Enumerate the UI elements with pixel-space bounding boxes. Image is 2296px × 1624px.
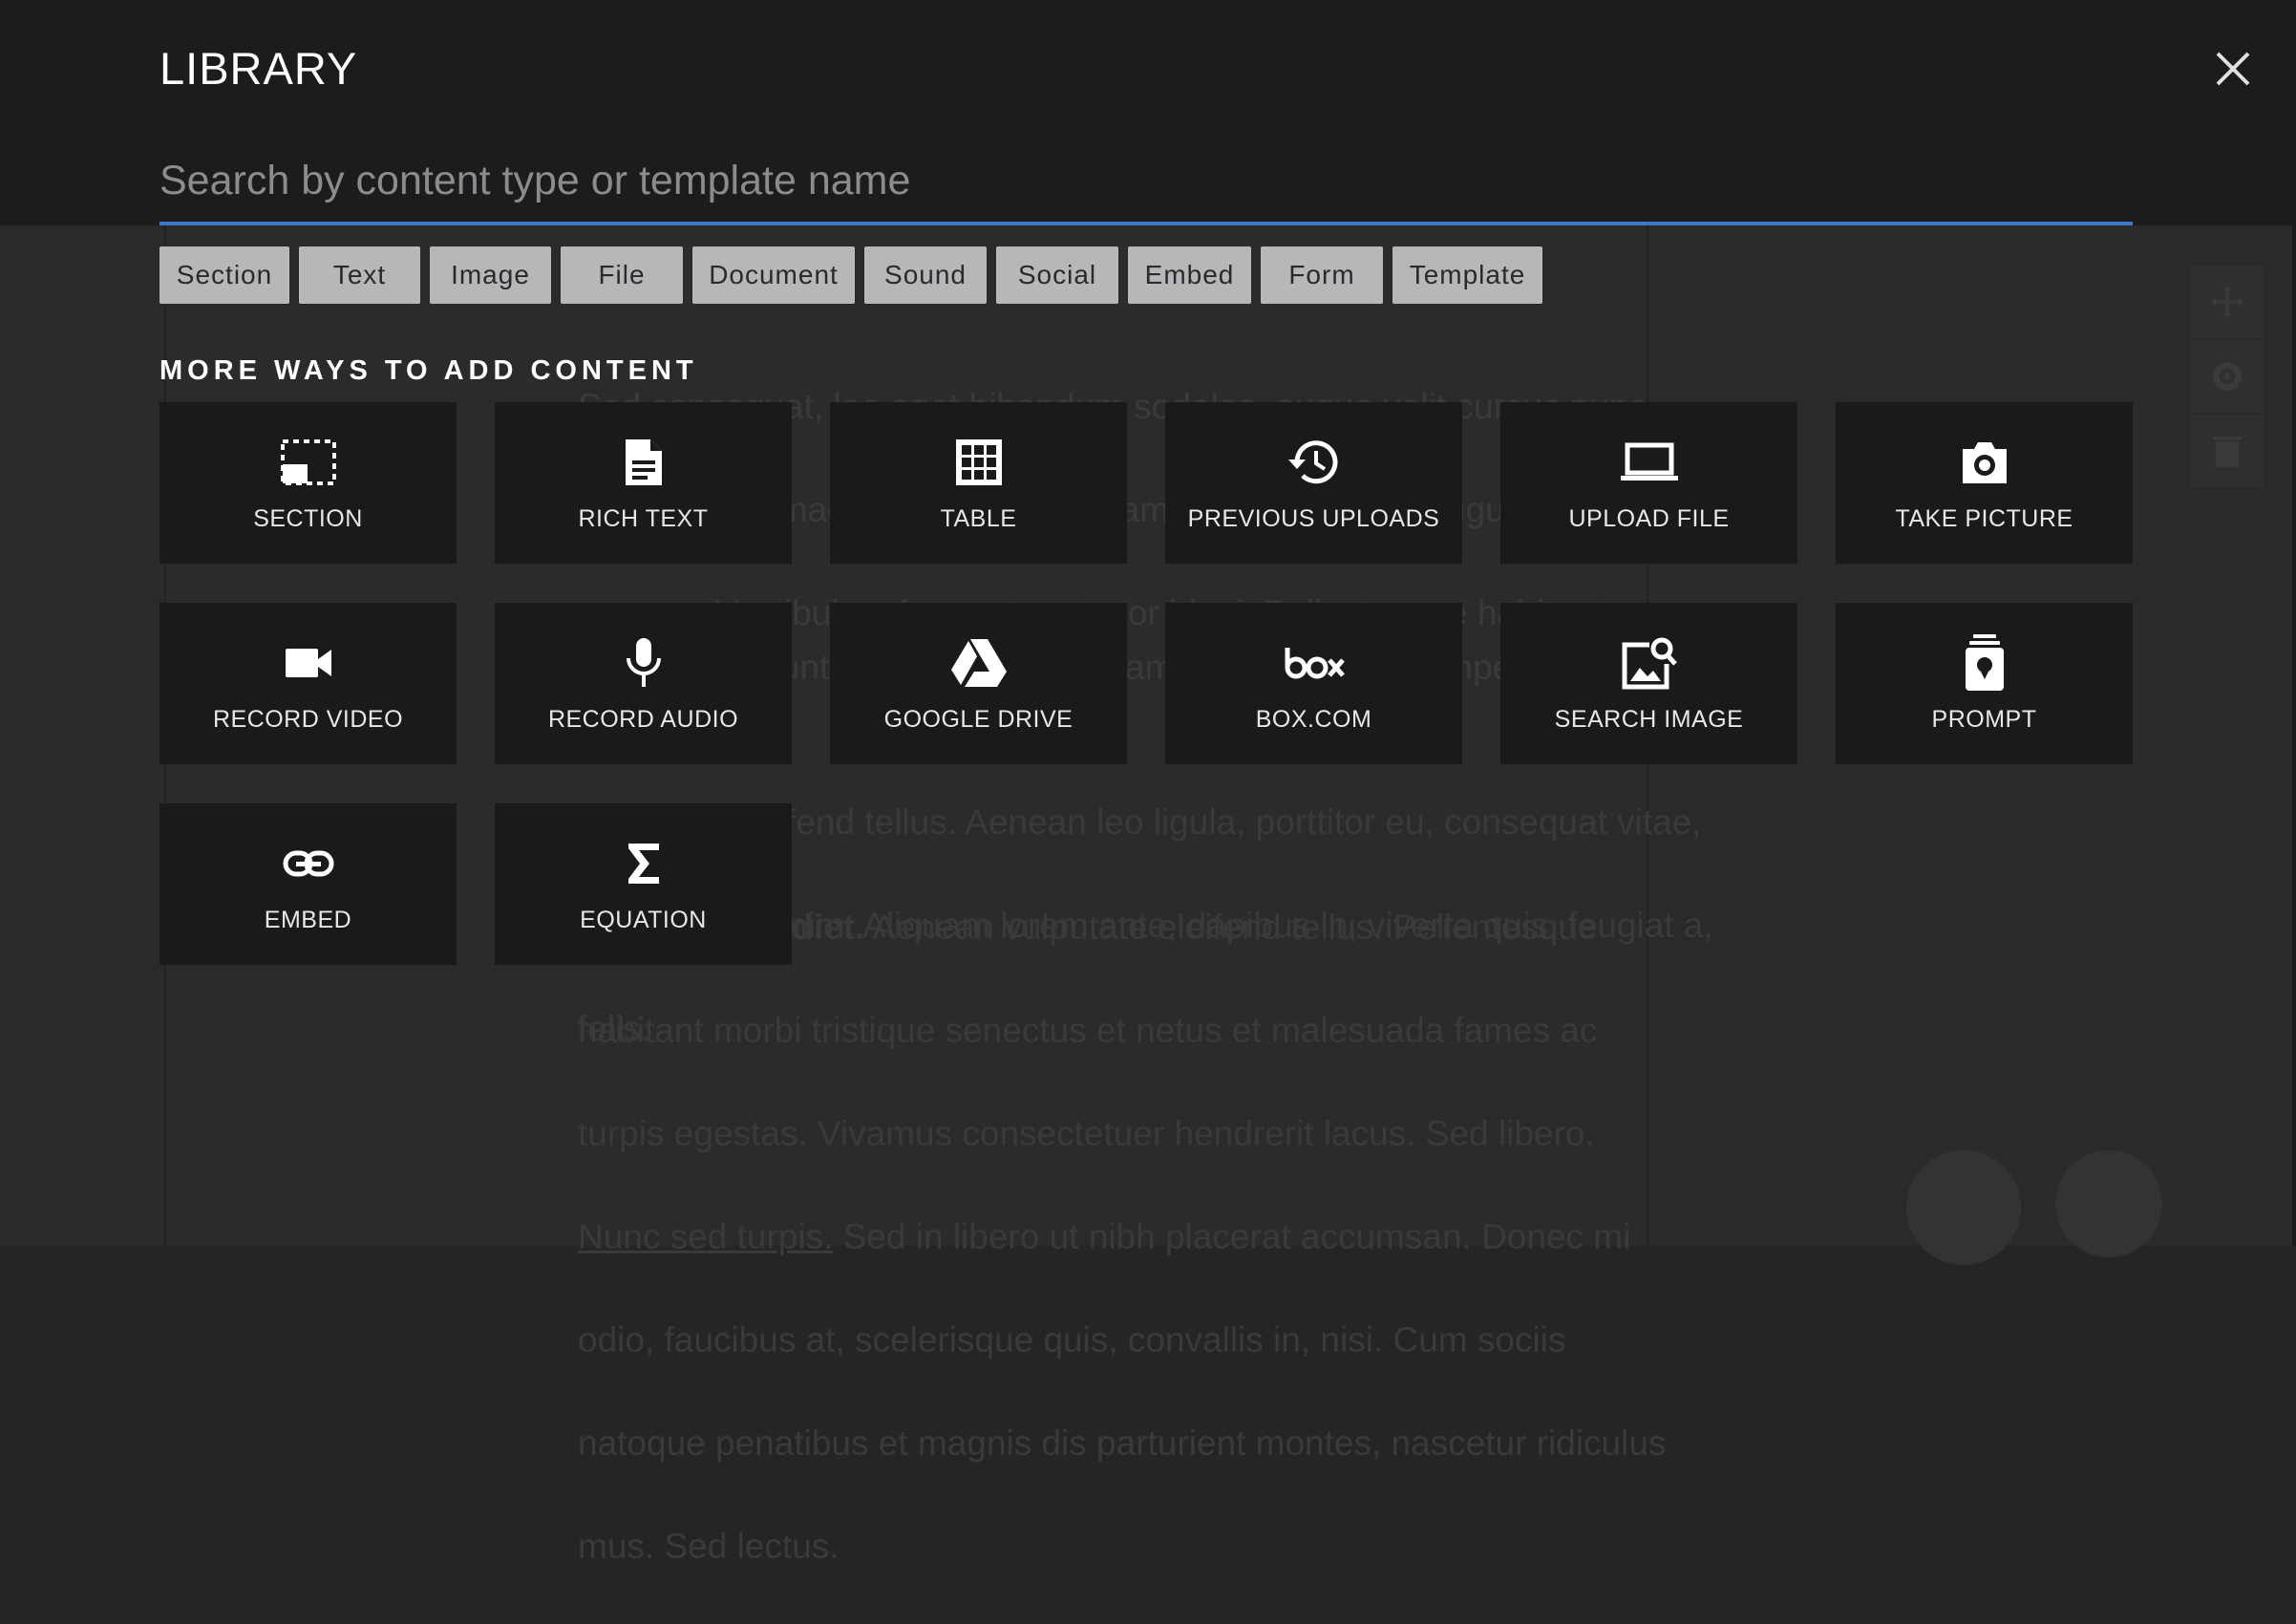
tile-upload-file[interactable]: UPLOAD FILE [1500,402,1797,564]
bg-line: turpis egestas. Vivamus consectetuer hen… [578,1114,1595,1153]
microphone-icon [626,638,661,687]
link-icon [283,850,333,877]
close-icon [2216,52,2250,86]
bg-link: Nunc sed turpis. [578,1217,834,1256]
tile-search-image[interactable]: SEARCH IMAGE [1500,603,1797,764]
filter-chip-social[interactable]: Social [996,246,1118,304]
bg-line: Nunc sed turpis. Sed in libero ut nibh p… [578,1211,1724,1263]
tile-label: GOOGLE DRIVE [883,706,1074,733]
tile-section[interactable]: SECTION [159,402,457,564]
move-icon [2191,266,2264,338]
tile-label: UPLOAD FILE [1568,505,1730,532]
background-paragraph-3: Donec imperdiet. Aenean vulputate eleife… [578,850,1724,1624]
filter-chip-file[interactable]: File [561,246,683,304]
tile-label: TAKE PICTURE [1895,505,2073,532]
library-header: LIBRARY [0,0,2296,225]
prompt-icon [1965,634,2004,691]
tile-label: TABLE [940,505,1017,532]
bg-line: natoque penatibus et magnis dis parturie… [578,1423,1667,1463]
video-camera-icon [285,649,331,677]
google-drive-icon [950,639,1007,687]
filter-chip-image[interactable]: Image [430,246,551,304]
tile-take-picture[interactable]: TAKE PICTURE [1836,402,2133,564]
bg-text-span: Sed in libero ut nibh placerat accumsan.… [833,1217,1631,1256]
tile-prompt[interactable]: PROMPT [1836,603,2133,764]
gear-icon [2191,340,2264,413]
camera-icon [1962,442,2007,483]
tile-equation[interactable]: EQUATION [495,803,792,965]
laptop-icon [1620,442,1678,481]
add-fab-icon [1906,1150,2021,1265]
block-toolbar [2191,266,2264,489]
library-title: LIBRARY [159,43,358,94]
document-icon [625,439,662,485]
tile-label: PROMPT [1931,706,2037,733]
filter-chip-sound[interactable]: Sound [864,246,987,304]
tile-table[interactable]: TABLE [830,402,1127,564]
table-icon [955,439,1002,485]
content-type-filters: Section Text Image File Document Sound S… [159,246,1552,304]
filter-chip-text[interactable]: Text [299,246,420,304]
bg-line: habitant morbi tristique senectus et net… [578,1011,1598,1050]
tile-embed[interactable]: EMBED [159,803,457,965]
library-search-input[interactable] [159,139,2133,225]
tile-record-video[interactable]: RECORD VIDEO [159,603,457,764]
bg-line: odio, faucibus at, scelerisque quis, con… [578,1320,1566,1359]
tile-label: SECTION [253,505,363,532]
history-icon [1287,440,1337,484]
filter-chip-section[interactable]: Section [159,246,289,304]
tile-label: RICH TEXT [578,505,709,532]
more-ways-heading: MORE WAYS TO ADD CONTENT [159,355,698,386]
tile-rich-text[interactable]: RICH TEXT [495,402,792,564]
tile-label: RECORD VIDEO [212,706,404,733]
filter-chip-document[interactable]: Document [692,246,855,304]
tile-record-audio[interactable]: RECORD AUDIO [495,603,792,764]
bg-text-span: Aenean vulputate eleifend tellus. Pellen… [864,908,1598,947]
bg-line: mus. Sed lectus. [578,1527,840,1566]
filter-chip-template[interactable]: Template [1392,246,1542,304]
tile-google-drive[interactable]: GOOGLE DRIVE [830,603,1127,764]
tile-label: PREVIOUS UPLOADS [1187,505,1440,532]
tile-label: EQUATION [580,907,707,933]
section-icon [280,439,336,485]
box-logo-icon [1285,648,1345,679]
tile-previous-uploads[interactable]: PREVIOUS UPLOADS [1165,402,1462,564]
sigma-icon [627,844,659,884]
filter-chip-form[interactable]: Form [1261,246,1383,304]
tile-box-com[interactable]: BOX.COM [1165,603,1462,764]
tile-label: RECORD AUDIO [547,706,739,733]
filter-chip-embed[interactable]: Embed [1128,246,1251,304]
image-search-icon [1622,637,1677,690]
comment-fab-icon [2055,1150,2162,1257]
tile-label: BOX.COM [1255,706,1372,733]
trash-icon [2191,415,2264,487]
close-button[interactable] [2206,42,2260,96]
tile-label: SEARCH IMAGE [1554,706,1744,733]
tile-label: EMBED [264,907,352,933]
